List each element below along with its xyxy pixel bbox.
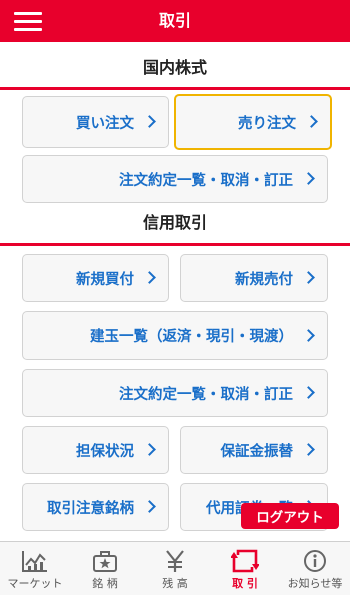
tab-market[interactable]: マーケット — [0, 542, 70, 595]
briefcase-star-icon — [70, 548, 140, 574]
chevron-right-icon — [305, 115, 318, 128]
tab-trade[interactable]: 取 引 — [210, 542, 280, 595]
app-header: 取引 — [0, 0, 350, 42]
margin-new-sell-button[interactable]: 新規売付 — [180, 254, 328, 302]
collateral-status-label: 担保状況 — [76, 443, 134, 460]
collateral-status-button[interactable]: 担保状況 — [22, 426, 169, 474]
page-title: 取引 — [158, 11, 191, 30]
info-icon — [280, 548, 350, 574]
tab-stocks[interactable]: 銘 柄 — [70, 542, 140, 595]
tab-label: 銘 柄 — [92, 577, 118, 590]
margin-new-sell-label: 新規売付 — [235, 271, 293, 288]
section-title-margin-trading: 信用取引 — [142, 213, 207, 232]
margin-order-list-button[interactable]: 注文約定一覧・取消・訂正 — [22, 369, 328, 417]
margin-new-buy-button[interactable]: 新規買付 — [22, 254, 169, 302]
chevron-right-icon — [143, 271, 156, 284]
margin-order-list-label: 注文約定一覧・取消・訂正 — [119, 386, 293, 403]
section-divider — [0, 87, 350, 90]
chevron-right-icon — [302, 328, 315, 342]
deposit-transfer-button[interactable]: 保証金振替 — [180, 426, 328, 474]
tab-label: お知らせ等 — [287, 577, 343, 590]
tab-balance[interactable]: 残 高 — [140, 542, 210, 595]
caution-stocks-label: 取引注意銘柄 — [47, 500, 134, 517]
sell-order-label: 売り注文 — [238, 115, 296, 132]
chevron-right-icon — [143, 500, 156, 513]
yen-icon — [140, 548, 210, 574]
tab-label: 残 高 — [162, 577, 188, 590]
buy-order-label: 買い注文 — [76, 115, 134, 132]
trade-exchange-icon — [210, 548, 280, 574]
deposit-transfer-label: 保証金振替 — [220, 443, 294, 460]
tab-notices[interactable]: お知らせ等 — [280, 542, 350, 595]
buy-order-button[interactable]: 買い注文 — [22, 96, 169, 148]
chevron-right-icon — [143, 115, 156, 128]
tab-label: 取 引 — [232, 577, 258, 590]
sell-order-button[interactable]: 売り注文 — [174, 94, 332, 150]
chevron-right-icon — [302, 386, 315, 399]
caution-stocks-button[interactable]: 取引注意銘柄 — [22, 483, 169, 531]
margin-new-buy-label: 新規買付 — [76, 271, 134, 288]
logout-button[interactable]: ログアウト — [241, 503, 339, 529]
chevron-right-icon — [302, 443, 315, 456]
chevron-right-icon — [302, 172, 315, 185]
bottom-tab-bar: マーケット 銘 柄 残 高 取 引 お知らせ等 — [0, 541, 350, 595]
section-divider — [0, 243, 350, 246]
stock-order-list-label: 注文約定一覧・取消・訂正 — [119, 172, 293, 189]
margin-positions-label: 建玉一覧（返済・現引・現渡） — [90, 329, 293, 345]
chevron-right-icon — [302, 271, 315, 284]
market-chart-icon — [0, 548, 70, 574]
margin-positions-button[interactable]: 建玉一覧（返済・現引・現渡） — [22, 311, 328, 360]
tab-label: マーケット — [7, 577, 63, 590]
section-title-domestic-stock: 国内株式 — [142, 58, 207, 77]
stock-order-list-button[interactable]: 注文約定一覧・取消・訂正 — [22, 155, 328, 203]
chevron-right-icon — [143, 443, 156, 456]
